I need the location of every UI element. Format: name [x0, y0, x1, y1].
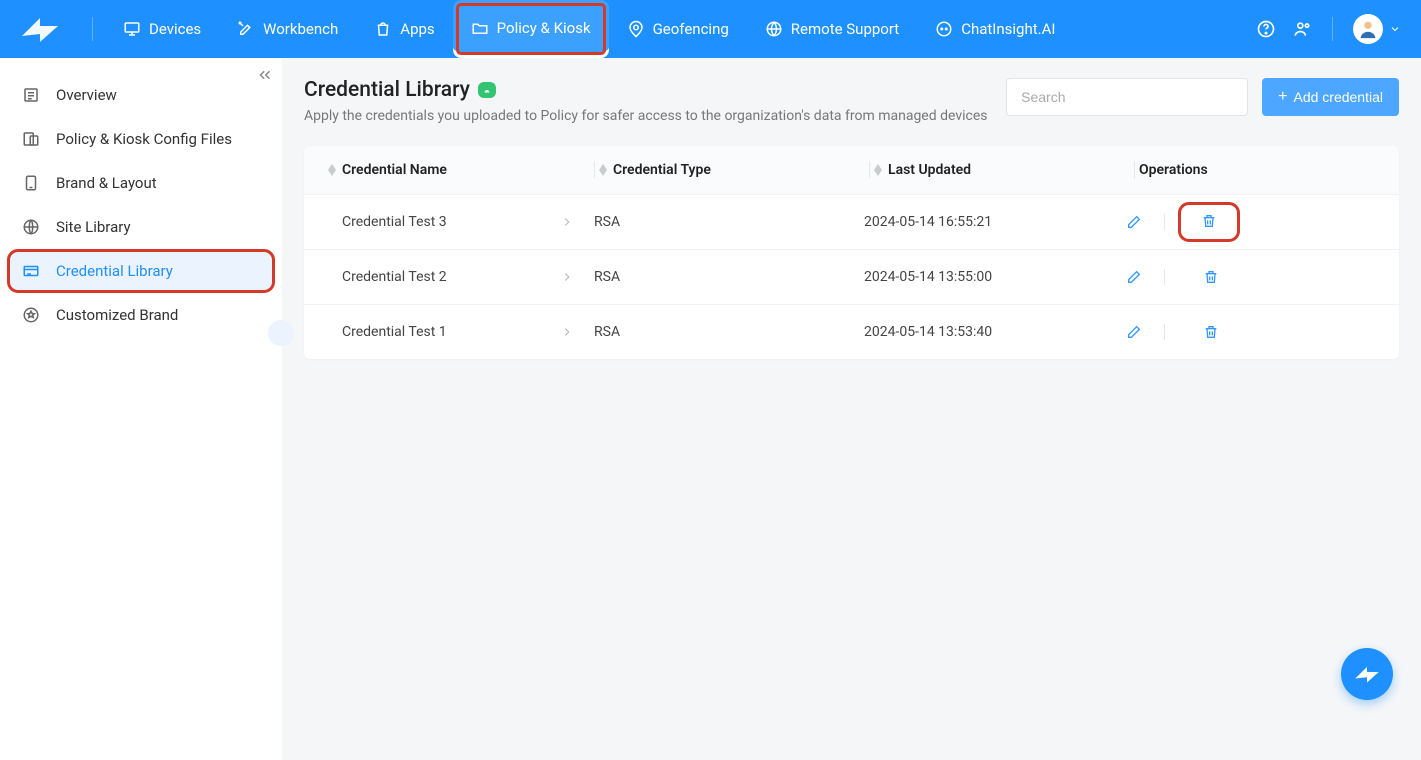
sidebar-item-credential-library[interactable]: Credential Library — [10, 252, 272, 290]
edit-icon[interactable] — [1124, 267, 1144, 287]
row-type: RSA — [594, 214, 864, 230]
nav-label: Policy & Kiosk — [497, 19, 591, 37]
nav-label: Remote Support — [791, 20, 899, 38]
top-header: Devices Workbench Apps Policy & Kiosk Ge… — [0, 0, 1421, 58]
user-avatar[interactable] — [1353, 14, 1383, 44]
page-title-text: Credential Library — [304, 78, 470, 102]
delete-highlight — [1181, 205, 1237, 239]
sidebar-item-label: Credential Library — [56, 262, 173, 280]
column-divider — [1134, 161, 1135, 179]
chevron-right-icon[interactable] — [560, 325, 574, 339]
sort-icon[interactable] — [874, 164, 882, 176]
nav-label: Devices — [149, 20, 201, 38]
chat-ai-icon — [935, 20, 953, 38]
sidebar-item-site-library[interactable]: Site Library — [10, 208, 272, 246]
globe-icon — [22, 218, 44, 236]
search-input[interactable] — [1006, 78, 1248, 116]
sidebar-item-label: Overview — [56, 86, 117, 104]
sidebar-item-config-files[interactable]: Policy & Kiosk Config Files — [10, 120, 272, 158]
column-divider — [594, 161, 595, 179]
globe-icon — [765, 20, 783, 38]
config-icon — [22, 130, 44, 148]
sidebar-item-label: Customized Brand — [56, 306, 178, 324]
row-type: RSA — [594, 324, 864, 340]
add-credential-button[interactable]: + Add credential — [1262, 78, 1399, 116]
nav-label: Workbench — [263, 20, 338, 38]
nav-workbench[interactable]: Workbench — [219, 0, 356, 58]
row-updated: 2024-05-14 13:53:40 — [864, 324, 1124, 340]
nav-remote-support[interactable]: Remote Support — [747, 0, 917, 58]
nav-label: ChatInsight.AI — [961, 20, 1055, 38]
nav-label: Geofencing — [653, 20, 729, 38]
row-name: Credential Test 3 — [342, 214, 447, 230]
column-header-operations: Operations — [1139, 162, 1208, 178]
monitor-icon — [123, 20, 141, 38]
app-logo[interactable] — [20, 14, 70, 44]
row-name: Credential Test 2 — [342, 269, 447, 285]
chevron-right-icon[interactable] — [560, 270, 574, 284]
sidebar-active-indicator — [268, 320, 294, 346]
star-circle-icon — [22, 306, 44, 324]
edit-icon[interactable] — [1124, 212, 1144, 232]
sidebar-item-label: Brand & Layout — [56, 174, 157, 192]
delete-icon[interactable] — [1199, 211, 1219, 231]
divider — [1164, 214, 1165, 230]
row-updated: 2024-05-14 16:55:21 — [864, 214, 1124, 230]
table-row[interactable]: Credential Test 1 RSA 2024-05-14 13:53:4… — [304, 304, 1399, 359]
nav-chatinsight[interactable]: ChatInsight.AI — [917, 0, 1073, 58]
column-header-type[interactable]: Credential Type — [613, 162, 711, 178]
android-badge-icon — [478, 82, 496, 98]
nav-devices[interactable]: Devices — [105, 0, 219, 58]
user-manage-icon[interactable] — [1292, 19, 1312, 39]
main-content: Credential Library Apply the credentials… — [282, 58, 1421, 760]
sidebar: Overview Policy & Kiosk Config Files Bra… — [0, 58, 282, 760]
sidebar-item-overview[interactable]: Overview — [10, 76, 272, 114]
table-row[interactable]: Credential Test 3 RSA 2024-05-14 16:55:2… — [304, 194, 1399, 249]
delete-icon[interactable] — [1201, 322, 1221, 342]
nav-apps[interactable]: Apps — [356, 0, 452, 58]
divider — [92, 17, 93, 41]
floating-action-button[interactable] — [1341, 648, 1393, 700]
column-divider — [869, 161, 870, 179]
credential-icon — [22, 262, 44, 280]
top-nav: Devices Workbench Apps Policy & Kiosk Ge… — [105, 0, 1073, 58]
sidebar-item-label: Site Library — [56, 218, 131, 236]
chevron-down-icon[interactable] — [1389, 20, 1401, 39]
table-header: Credential Name Credential Type Last Upd… — [304, 146, 1399, 194]
sidebar-item-label: Policy & Kiosk Config Files — [56, 130, 232, 148]
location-icon — [627, 20, 645, 38]
add-button-label: Add credential — [1293, 89, 1383, 105]
row-updated: 2024-05-14 13:55:00 — [864, 269, 1124, 285]
delete-icon[interactable] — [1201, 267, 1221, 287]
plus-icon: + — [1278, 88, 1287, 106]
header-right — [1248, 14, 1401, 44]
page-title: Credential Library — [304, 78, 987, 102]
divider — [1164, 324, 1165, 340]
list-icon — [22, 86, 44, 104]
column-header-updated[interactable]: Last Updated — [888, 162, 971, 178]
bag-icon — [374, 20, 392, 38]
tools-icon — [237, 20, 255, 38]
sort-icon[interactable] — [328, 164, 336, 176]
table-row[interactable]: Credential Test 2 RSA 2024-05-14 13:55:0… — [304, 249, 1399, 304]
folder-icon — [471, 19, 489, 37]
column-header-name[interactable]: Credential Name — [342, 162, 447, 178]
divider — [1164, 269, 1165, 285]
sort-icon[interactable] — [599, 164, 607, 176]
help-icon[interactable] — [1256, 19, 1276, 39]
nav-label: Apps — [400, 20, 434, 38]
sidebar-item-customized-brand[interactable]: Customized Brand — [10, 296, 272, 334]
credentials-table: Credential Name Credential Type Last Upd… — [304, 146, 1399, 359]
nav-geofencing[interactable]: Geofencing — [609, 0, 747, 58]
phone-icon — [22, 174, 44, 192]
collapse-sidebar-icon[interactable] — [256, 66, 274, 84]
row-name: Credential Test 1 — [342, 324, 447, 340]
divider — [1332, 17, 1333, 41]
chevron-right-icon[interactable] — [560, 215, 574, 229]
edit-icon[interactable] — [1124, 322, 1144, 342]
row-type: RSA — [594, 269, 864, 285]
page-subtitle: Apply the credentials you uploaded to Po… — [304, 108, 987, 124]
nav-policy-kiosk[interactable]: Policy & Kiosk — [453, 0, 609, 58]
sidebar-item-brand-layout[interactable]: Brand & Layout — [10, 164, 272, 202]
